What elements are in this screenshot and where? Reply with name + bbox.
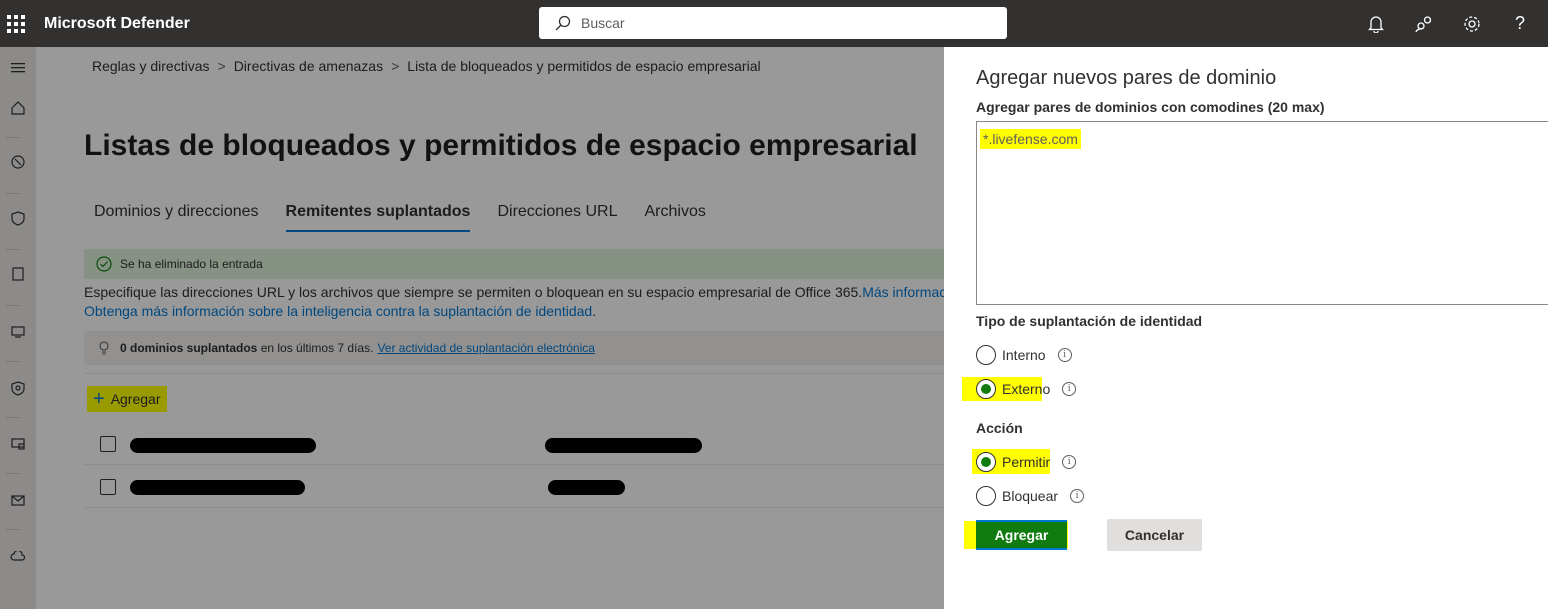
search-icon (555, 15, 571, 31)
community-icon[interactable] (1412, 12, 1436, 36)
panel-title: Agregar nuevos pares de dominio (976, 67, 1277, 89)
spoof-type-label: Tipo de suplantación de identidad (976, 313, 1203, 329)
radio-internal[interactable]: Interno i (976, 342, 1072, 368)
gear-icon[interactable] (1460, 12, 1484, 36)
help-icon[interactable]: ? (1508, 12, 1532, 36)
add-domain-pairs-panel: Agregar nuevos pares de dominio Agregar … (944, 47, 1548, 609)
radio-circle-selected[interactable] (976, 379, 996, 399)
domain-pairs-value: *.livefense.com (980, 129, 1081, 149)
radio-circle-selected[interactable] (976, 452, 996, 472)
modal-overlay[interactable] (0, 47, 944, 609)
radio-circle[interactable] (976, 486, 996, 506)
radio-internal-label: Interno (1002, 347, 1046, 363)
submit-add-button[interactable]: Agregar (976, 520, 1067, 550)
radio-circle[interactable] (976, 345, 996, 365)
top-bar: Microsoft Defender Buscar ? (0, 0, 1548, 47)
app-brand[interactable]: Microsoft Defender (44, 15, 190, 33)
bell-icon[interactable] (1364, 12, 1388, 36)
radio-allow[interactable]: Permitir i (976, 449, 1077, 475)
radio-allow-label: Permitir (1002, 454, 1051, 470)
domain-pairs-textarea[interactable]: *.livefense.com (976, 121, 1548, 305)
app-launcher-icon[interactable] (4, 12, 28, 36)
info-icon[interactable]: i (1057, 348, 1072, 362)
info-icon[interactable]: i (1070, 489, 1085, 503)
domain-pairs-label: Agregar pares de dominios con comodines … (976, 99, 1325, 115)
action-label: Acción (976, 420, 1023, 436)
radio-external-label: Externo (1002, 381, 1051, 397)
radio-block-label: Bloquear (1002, 488, 1059, 504)
info-icon[interactable]: i (1062, 455, 1077, 469)
cancel-button[interactable]: Cancelar (1107, 519, 1202, 551)
radio-block[interactable]: Bloquear i (976, 483, 1085, 509)
search-box[interactable]: Buscar (539, 7, 1007, 39)
radio-external[interactable]: Externo i (976, 376, 1077, 402)
search-placeholder: Buscar (581, 15, 625, 31)
info-icon[interactable]: i (1062, 382, 1077, 396)
